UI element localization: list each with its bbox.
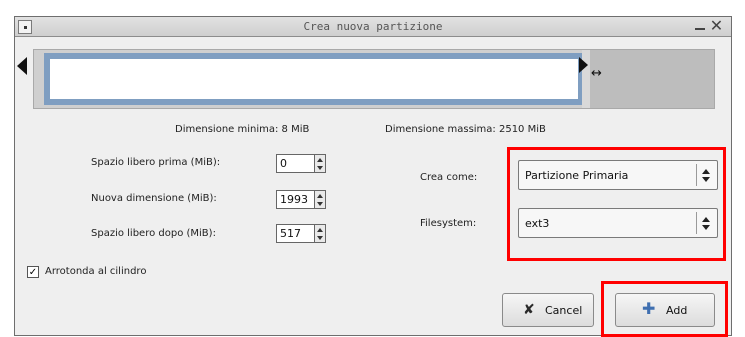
new-size-stepper[interactable] [314,190,326,209]
new-size-label: Nuova dimensione (MiB): [91,193,217,204]
resize-handle-left[interactable] [17,57,27,75]
free-before-stepper[interactable] [314,154,326,173]
min-size-label: Dimensione minima: 8 MiB [175,124,310,135]
new-partition-block[interactable] [44,53,584,105]
free-after-value: 517 [280,227,301,240]
new-size-spinner[interactable]: 1993 [276,190,326,209]
resize-cursor-icon: ↔ [591,66,602,81]
spin-down-icon [317,166,323,170]
window-title: Crea nuova partizione [303,20,443,33]
free-space-after-block [590,50,714,108]
filesystem-label: Filesystem: [420,218,477,229]
check-icon: ✓ [28,267,38,278]
close-icon: ✕ [709,16,724,35]
resize-handle-right[interactable] [579,57,588,73]
spin-up-icon [317,194,323,198]
free-after-stepper[interactable] [314,224,326,243]
close-button[interactable]: ✕ [709,16,724,35]
free-before-spinner[interactable]: 0 [276,154,326,173]
spin-down-icon [317,236,323,240]
highlight-box-add [601,281,728,337]
round-cylinder-label: Arrotonda al cilindro [45,266,147,277]
highlight-box-type-filesystem [507,147,726,261]
spin-down-icon [317,202,323,206]
free-after-spinner[interactable]: 517 [276,224,326,243]
cancel-button[interactable]: ✘ Cancel [502,293,594,327]
spin-up-icon [317,228,323,232]
create-as-label: Crea come: [420,172,478,183]
cancel-button-label: Cancel [545,304,583,317]
title-bar[interactable]: Crea nuova partizione ✕ [15,17,731,37]
max-size-label: Dimensione massima: 2510 MiB [385,124,546,135]
create-partition-dialog: Crea nuova partizione ✕ ↔ Dimensione min… [14,16,732,337]
spin-up-icon [317,158,323,162]
partition-resize-bar [33,49,715,109]
round-cylinder-checkbox[interactable]: ✓ [27,266,39,278]
minimize-button[interactable] [695,19,705,30]
free-before-label: Spazio libero prima (MiB): [91,157,221,168]
new-size-value: 1993 [280,193,308,206]
free-after-label: Spazio libero dopo (MiB): [91,228,216,239]
free-before-value: 0 [280,157,287,170]
cancel-x-icon: ✘ [523,302,535,318]
